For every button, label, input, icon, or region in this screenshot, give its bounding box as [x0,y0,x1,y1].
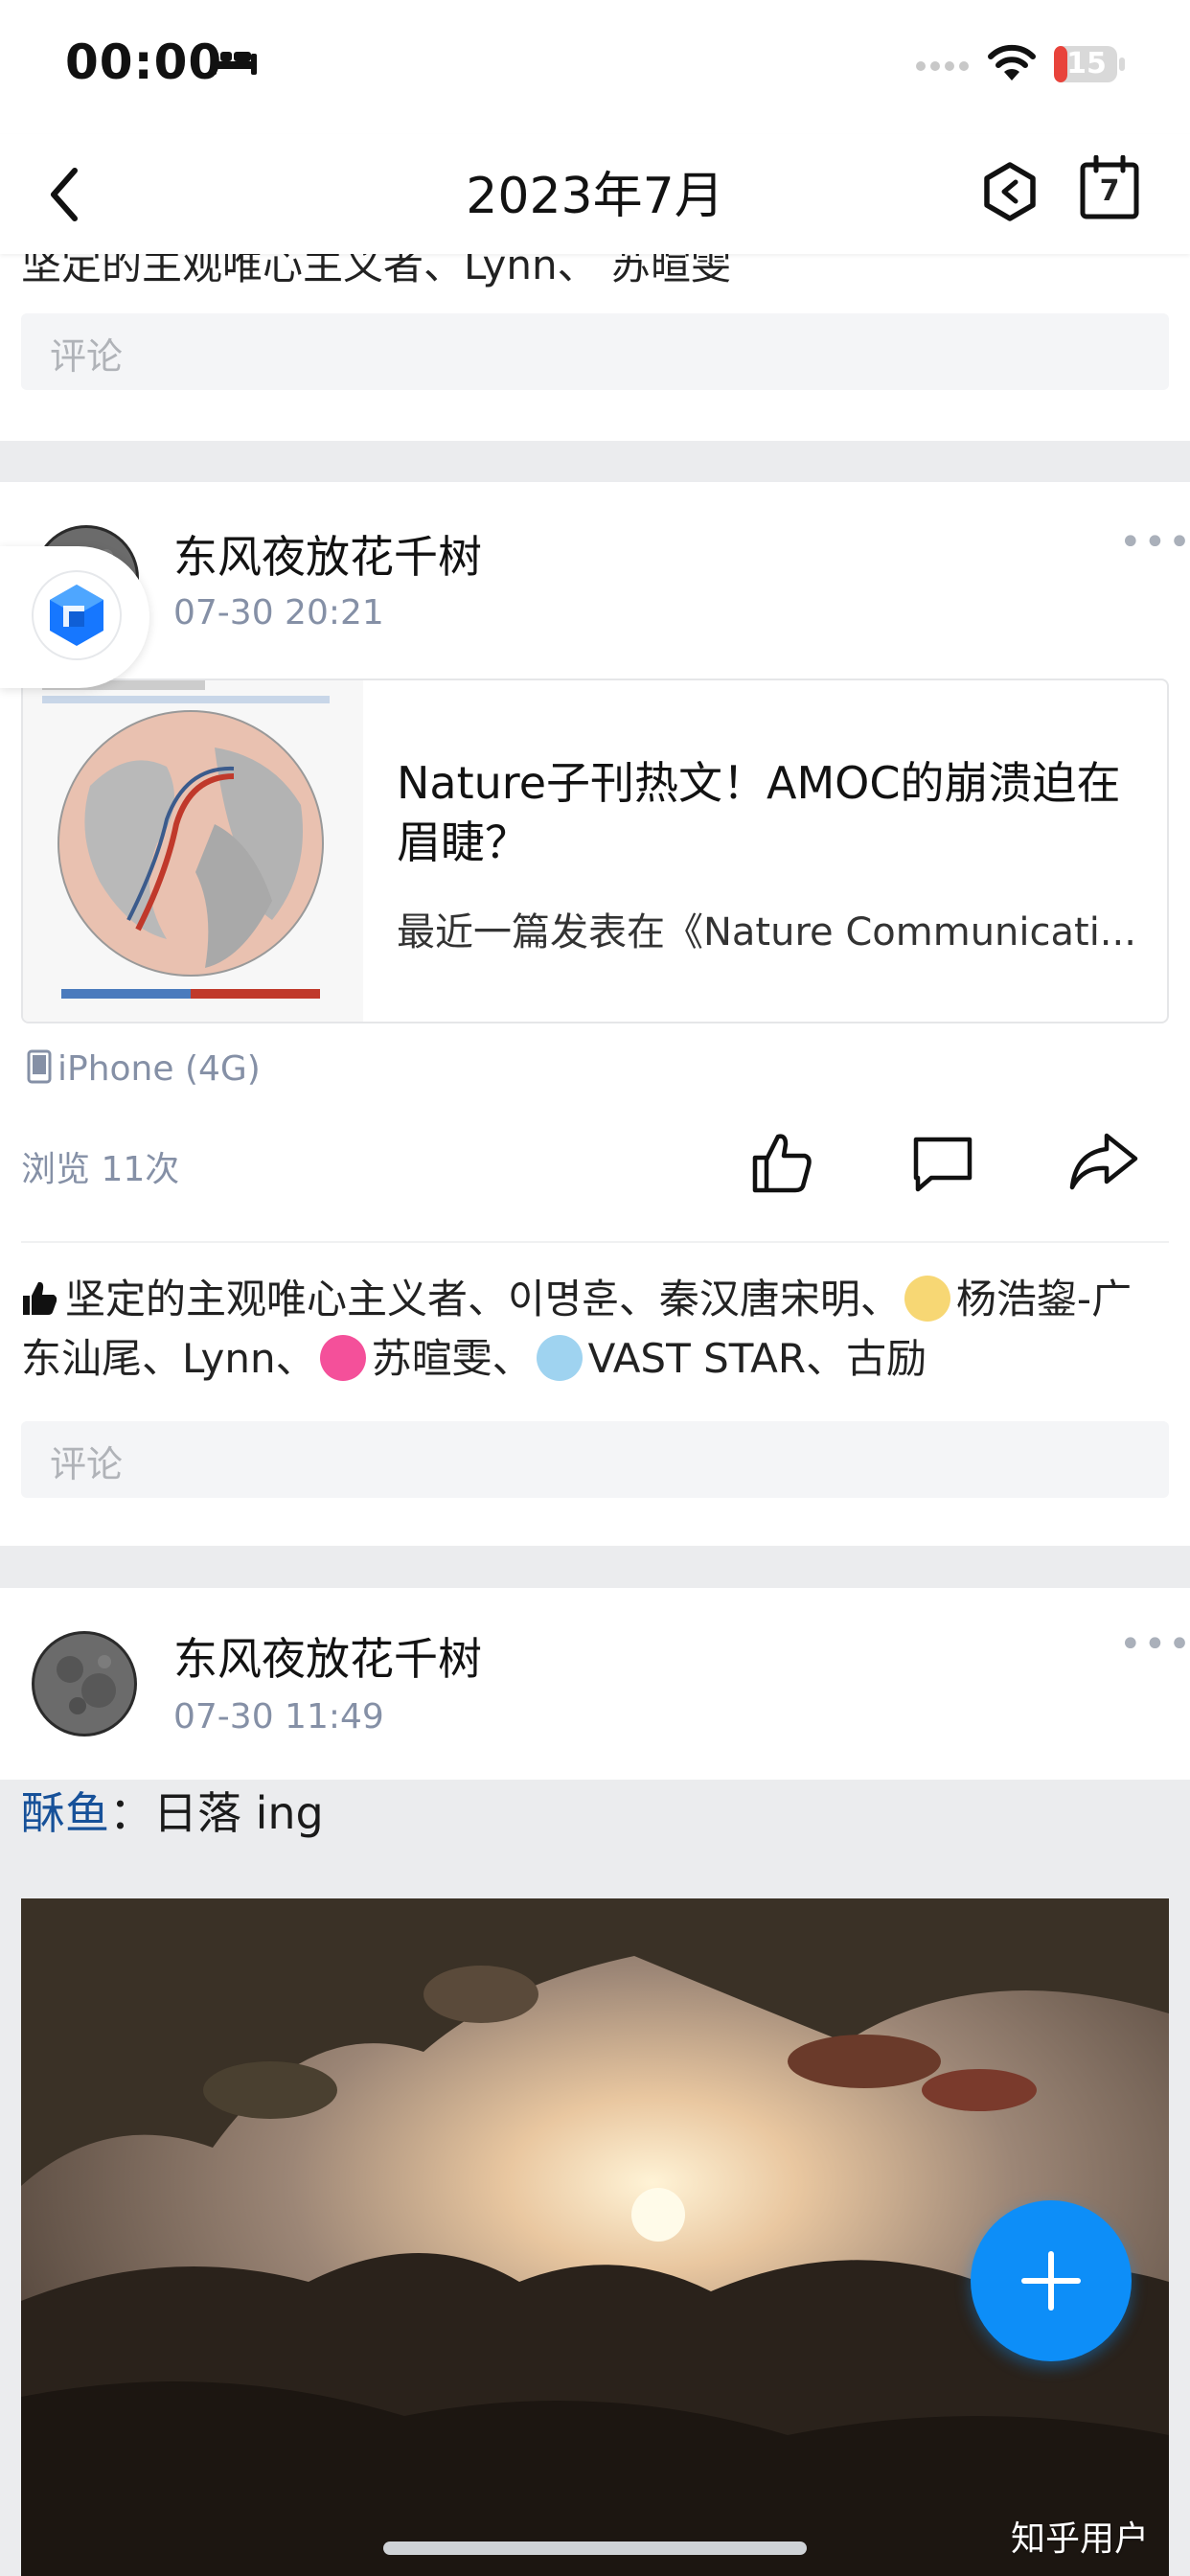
avatar [319,1334,366,1381]
link-title: Nature子刊热文！AMOC的崩溃迫在眉睫？ [397,757,1121,868]
view-count: 浏览 11次 [21,1150,180,1189]
link-card[interactable]: Nature子刊热文！AMOC的崩溃迫在眉睫？ 最近一篇发表在《Nature C… [21,678,1169,1024]
post-time: 07-30 11:49 [173,1697,384,1736]
plus-icon [1021,2251,1081,2311]
calendar-day: 7 [1099,174,1120,208]
comment-input[interactable]: 评论 [21,313,1169,390]
pin-body: ：日落 ing [109,1787,324,1839]
device-info: iPhone (4G) [27,1049,261,1089]
thumbs-up-icon [23,1281,57,1315]
avatar [904,1275,950,1322]
battery-level: 15 [1066,47,1107,80]
nav-bar: 2023年7月 7 [0,134,1190,254]
comment-input[interactable]: 评论 [21,1421,1169,1498]
phone-icon [27,1049,52,1084]
status-bar: 00:00 15 [0,0,1190,134]
add-post-button[interactable] [971,2200,1132,2361]
author-name[interactable]: 东风夜放花千树 [173,522,482,586]
status-time: 00:00 [65,34,223,90]
comment-icon[interactable] [910,1134,975,1193]
avatar [536,1334,583,1381]
post-card: 东风夜放花千树 07-30 11:49 ••• [0,1588,1190,1780]
device-name: iPhone (4G) [57,1049,261,1089]
likers-list: 坚定的主观唯心主义者、이명훈、秦汉唐宋明、 杨浩鋆-广东汕尾、Lynn、 苏暄雯、 V… [21,1270,1171,1389]
hexagon-icon[interactable] [977,159,1042,224]
pin-content: 酥鱼：日落 ing [0,1780,1190,2576]
thumbs-up-icon[interactable] [747,1129,814,1196]
signal-icon [916,61,969,71]
divider [21,1241,1169,1243]
floating-app-shortcut[interactable] [0,546,149,688]
comment-placeholder: 评论 [50,335,124,378]
likers-text-3: 苏暄雯、 [371,1335,533,1382]
likers-text-1: 坚定的主观唯心主义者、이명훈、秦汉唐宋明、 [65,1276,901,1322]
previous-post-card: 坚定的主观唯心主义者、Lynn、 苏暄雯 评论 [0,242,1190,441]
link-thumbnail [23,680,363,1022]
more-options-icon[interactable]: ••• [1119,520,1190,564]
moon-avatar-icon [32,1631,137,1736]
page-title: 2023年7月 [466,168,724,225]
pin-text: 酥鱼：日落 ing [21,1780,1169,1847]
comment-placeholder: 评论 [50,1443,124,1485]
post-card: 东风夜放花千树 07-30 20:21 ••• Nature子刊热文！AMOC的… [0,482,1190,1546]
share-icon[interactable] [1068,1132,1139,1191]
likers-text-4: VAST STAR、古励 [587,1335,927,1382]
wifi-icon [988,44,1036,80]
avatar[interactable] [32,1631,137,1736]
post-time: 07-30 20:21 [173,593,384,632]
home-indicator[interactable] [383,2542,807,2555]
back-arrow-icon[interactable] [40,161,88,228]
globe-map-icon [23,680,363,1022]
pin-author[interactable]: 酥鱼 [21,1787,109,1839]
author-name[interactable]: 东风夜放花千树 [173,1624,482,1688]
bed-icon [211,48,257,75]
app-logo-icon [32,570,122,660]
watermark: 知乎用户 [1011,2519,1150,2559]
link-summary: 最近一篇发表在《Nature Communicati... [397,910,1136,954]
more-options-icon[interactable]: ••• [1119,1622,1190,1667]
